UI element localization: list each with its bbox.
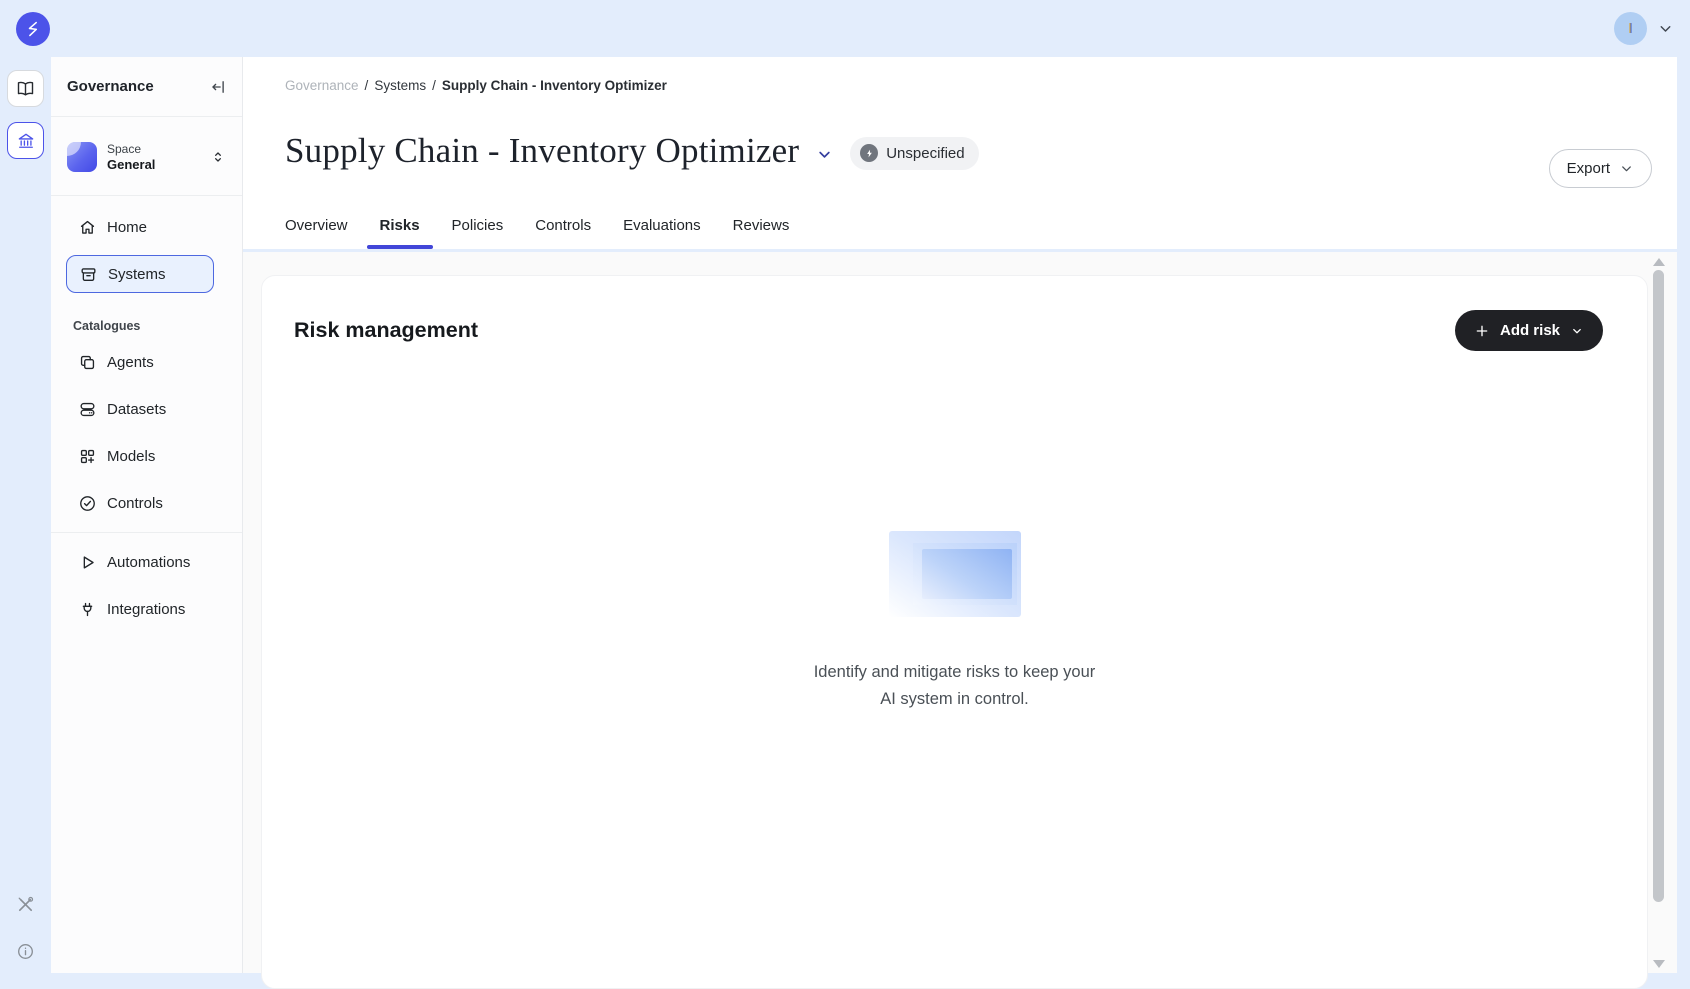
breadcrumb-systems[interactable]: Systems <box>374 78 426 93</box>
scrollbar-down-arrow[interactable] <box>1653 960 1665 968</box>
sidebar-item-integrations[interactable]: Integrations <box>66 590 214 628</box>
main-header: Governance / Systems / Supply Chain - In… <box>243 57 1677 249</box>
library-rail-button[interactable] <box>7 70 44 107</box>
app-logo[interactable] <box>16 12 50 46</box>
systems-icon <box>78 265 98 284</box>
empty-state-line-2: AI system in control. <box>814 686 1096 713</box>
book-icon <box>15 78 36 99</box>
governance-rail-button[interactable] <box>7 122 44 159</box>
scrollbar-up-arrow[interactable] <box>1653 258 1665 266</box>
tab-controls[interactable]: Controls <box>535 217 591 249</box>
risk-management-card: Risk management Add risk <box>261 275 1648 989</box>
avatar-initial: I <box>1628 21 1632 36</box>
tab-policies[interactable]: Policies <box>452 217 504 249</box>
agents-icon <box>77 353 97 372</box>
sidebar-item-home[interactable]: Home <box>66 208 214 246</box>
sidebar-item-label: Systems <box>108 266 166 283</box>
tools-icon <box>15 894 36 915</box>
empty-state-line-1: Identify and mitigate risks to keep your <box>814 659 1096 686</box>
space-avatar <box>67 142 97 172</box>
info-button[interactable] <box>0 942 51 961</box>
catalogues-section-label: Catalogues <box>73 319 242 333</box>
home-icon <box>77 218 97 237</box>
export-button[interactable]: Export <box>1549 149 1652 188</box>
account-menu[interactable]: I <box>1614 12 1674 45</box>
title-row: Supply Chain - Inventory Optimizer Unspe… <box>285 131 979 171</box>
account-chevron-down-icon[interactable] <box>1657 20 1674 37</box>
sidebar-item-label: Models <box>107 448 155 465</box>
avatar[interactable]: I <box>1614 12 1647 45</box>
empty-state-text: Identify and mitigate risks to keep your… <box>814 659 1096 713</box>
breadcrumb-current: Supply Chain - Inventory Optimizer <box>442 78 667 93</box>
scrollbar-thumb[interactable] <box>1653 270 1664 902</box>
integrations-icon <box>77 600 97 619</box>
sidebar-item-systems[interactable]: Systems <box>66 255 214 293</box>
models-icon <box>77 447 97 466</box>
automations-icon <box>77 553 97 572</box>
bank-icon <box>16 131 36 151</box>
sidebar-header: Governance <box>51 57 242 117</box>
sidebar-nav-top: Home Systems <box>51 196 242 293</box>
sidebar-item-automations[interactable]: Automations <box>66 543 214 581</box>
export-label: Export <box>1567 160 1610 177</box>
tab-risks[interactable]: Risks <box>380 217 420 249</box>
sidebar-item-label: Automations <box>107 554 190 571</box>
card-header: Risk management Add risk <box>262 276 1647 351</box>
tab-evaluations[interactable]: Evaluations <box>623 217 701 249</box>
status-badge[interactable]: Unspecified <box>850 137 978 170</box>
empty-state: Identify and mitigate risks to keep your… <box>262 531 1647 713</box>
logo-squiggle-icon <box>22 18 44 40</box>
tab-bar: Overview Risks Policies Controls Evaluat… <box>285 217 789 249</box>
tab-overview[interactable]: Overview <box>285 217 348 249</box>
sidebar-divider <box>51 532 242 533</box>
breadcrumb-separator: / <box>365 78 369 93</box>
collapse-arrow-icon <box>210 78 228 96</box>
illustration-inner-rect <box>922 549 1012 599</box>
sidebar-item-label: Integrations <box>107 601 185 618</box>
add-risk-label: Add risk <box>1500 322 1560 339</box>
content-region: Risk management Add risk <box>243 252 1677 973</box>
sidebar: Governance Space General <box>51 57 243 973</box>
sidebar-item-models[interactable]: Models <box>66 437 214 475</box>
export-chevron-down-icon <box>1619 161 1634 176</box>
topbar: I <box>0 0 1690 57</box>
sidebar-item-label: Agents <box>107 354 154 371</box>
sidebar-nav-bottom: Automations Integrations <box>51 543 242 628</box>
sidebar-item-label: Home <box>107 219 147 236</box>
updown-chevrons-icon <box>210 149 226 165</box>
card-title: Risk management <box>294 318 478 343</box>
plus-icon <box>1474 323 1490 339</box>
sidebar-item-agents[interactable]: Agents <box>66 343 214 381</box>
add-risk-chevron-down-icon <box>1570 324 1584 338</box>
breadcrumb-separator: / <box>432 78 436 93</box>
tab-reviews[interactable]: Reviews <box>733 217 790 249</box>
sidebar-item-datasets[interactable]: Datasets <box>66 390 214 428</box>
admin-tools-button[interactable] <box>0 894 51 915</box>
space-label: Space <box>107 142 200 156</box>
datasets-icon <box>77 400 97 419</box>
sidebar-title: Governance <box>67 78 154 95</box>
lightning-icon <box>860 144 878 162</box>
space-name: General <box>107 157 200 172</box>
sidebar-item-controls[interactable]: Controls <box>66 484 214 522</box>
page-title: Supply Chain - Inventory Optimizer <box>285 131 799 171</box>
info-icon <box>16 942 35 961</box>
title-chevron-down-icon[interactable] <box>815 145 834 164</box>
breadcrumb: Governance / Systems / Supply Chain - In… <box>285 78 667 93</box>
add-risk-button[interactable]: Add risk <box>1455 310 1603 351</box>
icon-rail <box>0 57 51 973</box>
breadcrumb-governance[interactable]: Governance <box>285 78 359 93</box>
status-badge-label: Unspecified <box>886 145 964 162</box>
controls-icon <box>77 494 97 513</box>
collapse-sidebar-button[interactable] <box>210 78 228 96</box>
space-selector[interactable]: Space General <box>61 135 232 179</box>
sidebar-nav-catalogues: Agents Datasets Models <box>51 343 242 522</box>
sidebar-item-label: Datasets <box>107 401 166 418</box>
sidebar-item-label: Controls <box>107 495 163 512</box>
empty-state-illustration <box>889 531 1021 617</box>
